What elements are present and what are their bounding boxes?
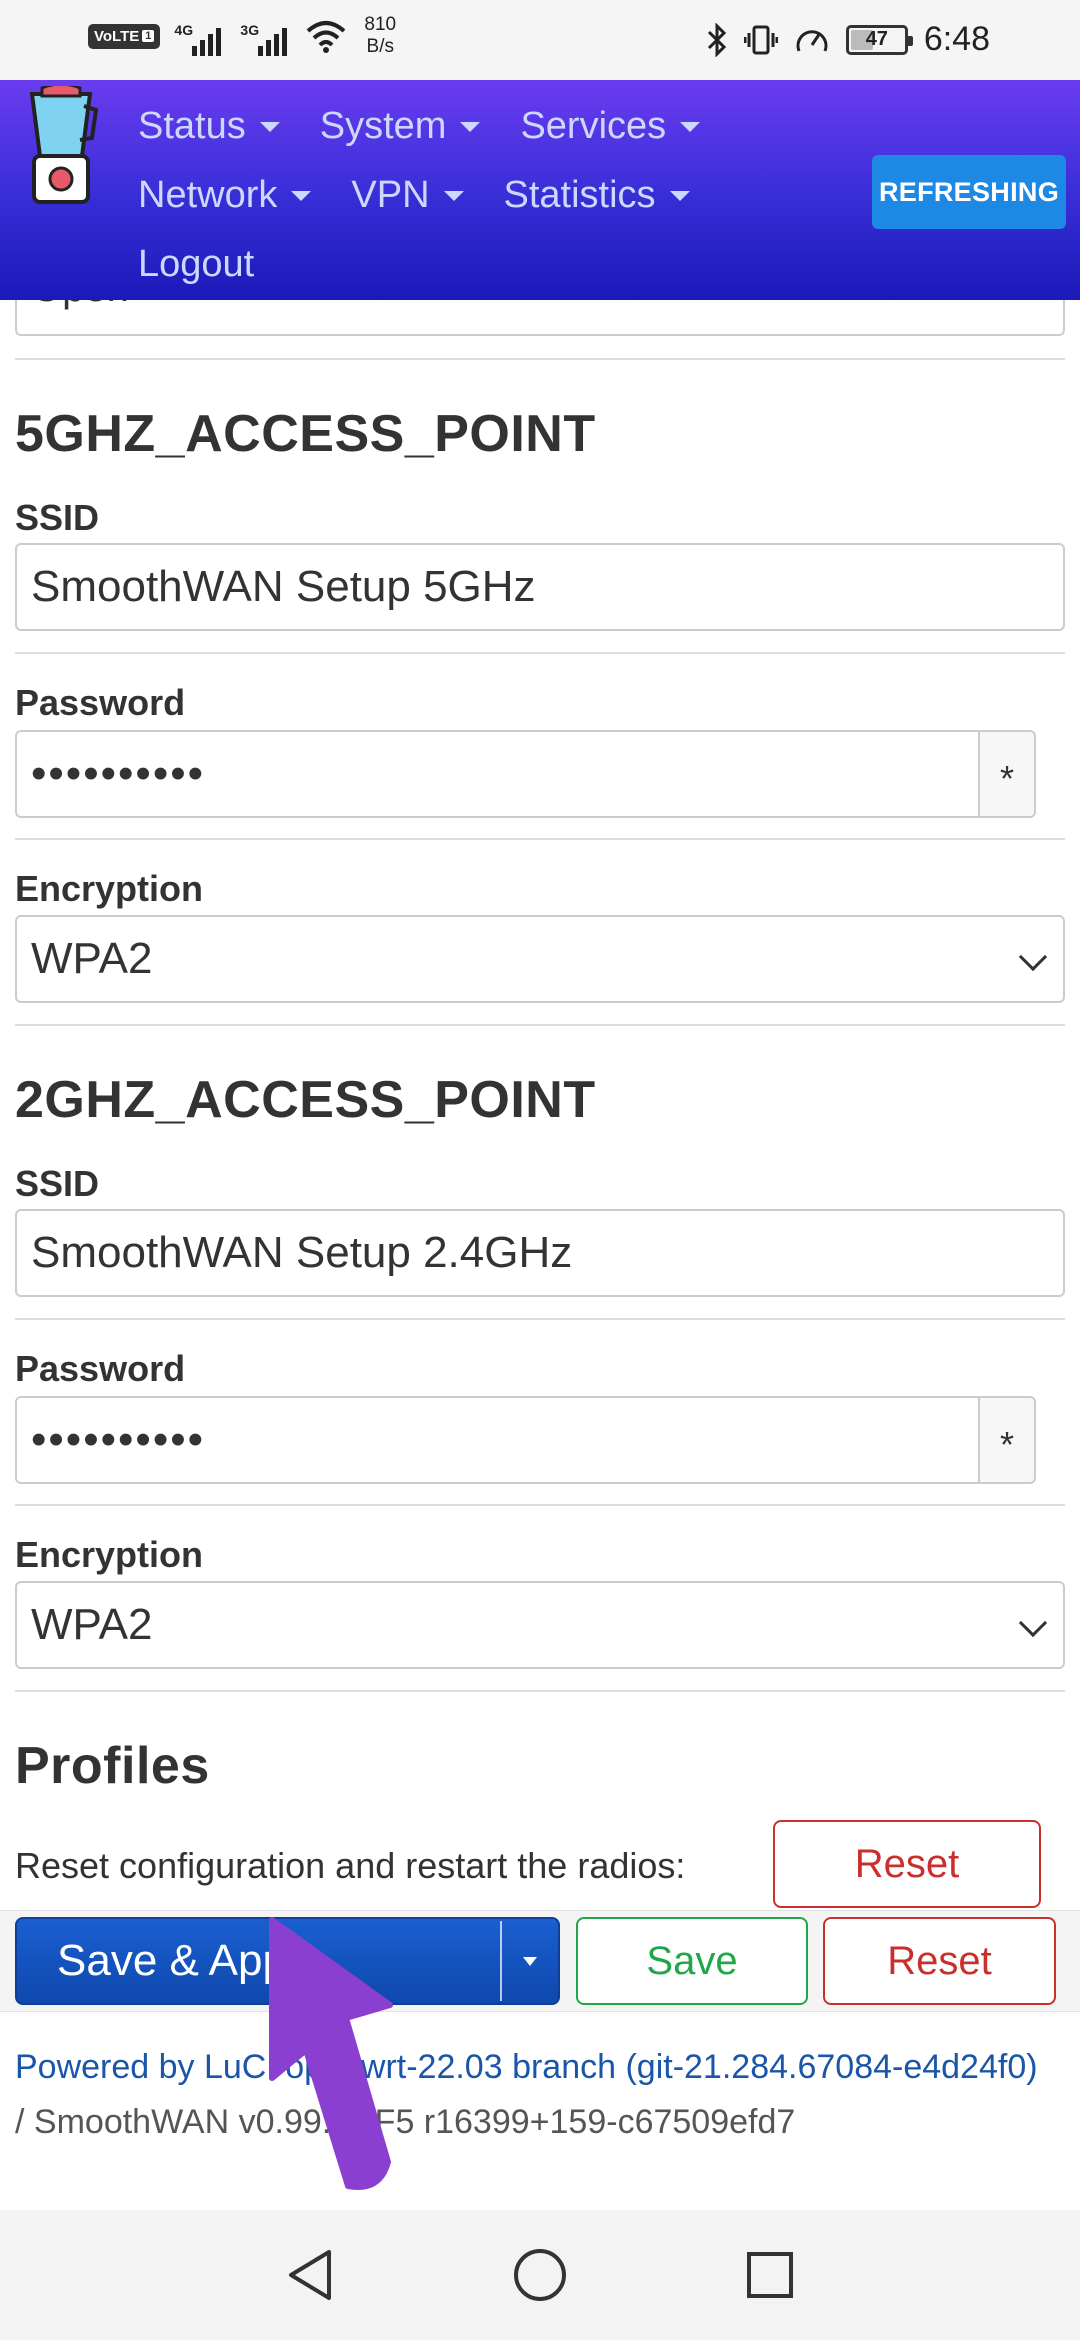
action-bar: Save & Apply Save Reset [0,1910,1080,2012]
encryption-select-2ghz[interactable]: WPA2 [15,1581,1065,1669]
nav-statistics[interactable]: Statistics [504,174,690,217]
chevron-down-icon [1018,1608,1048,1638]
net-speed: 810 B/s [364,14,397,57]
caret-down-icon [680,121,701,132]
nav-status[interactable]: Status [138,105,280,148]
nav-services[interactable]: Services [520,105,701,148]
pointer-arrow-icon [269,1917,393,2190]
nav-row-1: Status System Services [138,92,738,161]
recents-button[interactable] [700,2210,840,2340]
speed-icon [796,29,828,52]
password-label-2ghz: Password [15,1348,186,1389]
wifi-icon [307,21,346,53]
divider [15,838,1065,840]
back-button[interactable] [240,2210,380,2340]
chevron-down-icon [1018,942,1048,972]
password-reveal-toggle-2ghz[interactable]: * [978,1396,1036,1484]
password-reveal-toggle-5ghz[interactable]: * [978,730,1036,818]
status-bar: VoLTE 1 4G 3G 810 B/s 47 6:48 [0,0,1080,80]
header: Status System Services Network VPN Stati… [0,80,1080,300]
divider [15,1024,1065,1026]
encryption-label-2ghz: Encryption [15,1534,204,1575]
section-title-profiles: Profiles [15,1737,210,1795]
caret-down-icon [443,190,464,201]
encryption-select-5ghz[interactable]: WPA2 [15,915,1065,1003]
encryption-label-5ghz: Encryption [15,868,204,909]
divider [15,1504,1065,1506]
divider [15,1318,1065,1320]
caret-down-icon [460,121,481,132]
divider [15,1690,1065,1692]
nav-row-2: Network VPN Statistics [138,161,738,230]
nav-row-3: Logout [138,230,738,299]
blender-logo-icon[interactable] [22,86,100,206]
caret-down-icon [291,190,312,201]
ssid-label-2ghz: SSID [15,1163,100,1204]
recents-square-icon [747,2252,793,2298]
clock: 6:48 [923,20,990,58]
home-button[interactable] [470,2210,610,2340]
section-title-2ghz: 2GHZ_ACCESS_POINT [15,1071,596,1129]
status-right: 47 6:48 [706,20,990,59]
divider [15,358,1065,360]
profiles-description: Reset configuration and restart the radi… [15,1845,686,1886]
caret-down-icon [259,121,280,132]
footer: Powered by LuCI openwrt-22.03 branch (gi… [15,2048,1038,2141]
refreshing-button[interactable]: REFRESHING [872,155,1066,229]
caret-down-icon [669,190,690,201]
nav-system[interactable]: System [320,105,481,148]
battery-icon: 47 [845,24,913,55]
status-left: VoLTE 1 4G 3G 810 B/s [88,14,396,58]
save-apply-dropdown-toggle[interactable] [502,1956,558,1966]
nav-network[interactable]: Network [138,174,312,217]
ssid-input-5ghz[interactable]: SmoothWAN Setup 5GHz [15,543,1065,631]
password-input-2ghz[interactable]: •••••••••• [15,1396,980,1484]
android-nav-bar [0,2210,1080,2340]
volte-icon: VoLTE 1 [88,23,161,49]
divider [15,652,1065,654]
home-circle-icon [514,2249,566,2301]
profiles-reset-button[interactable]: Reset [773,1820,1041,1908]
signal-3g-icon: 3G [240,16,292,56]
password-label-5ghz: Password [15,682,186,723]
nav-logout[interactable]: Logout [138,243,254,286]
password-input-5ghz[interactable]: •••••••••• [15,730,980,818]
bluetooth-icon [707,22,726,57]
vibrate-icon [743,25,778,54]
back-triangle-icon [289,2250,331,2300]
signal-4g-icon: 4G [174,16,226,56]
section-title-5ghz: 5GHZ_ACCESS_POINT [15,405,596,463]
ssid-input-2ghz[interactable]: SmoothWAN Setup 2.4GHz [15,1209,1065,1297]
ssid-label-5ghz: SSID [15,497,100,538]
caret-down-icon [523,1956,537,1966]
main-nav: Status System Services Network VPN Stati… [138,92,738,299]
nav-vpn[interactable]: VPN [351,174,464,217]
save-button[interactable]: Save [576,1917,808,2005]
reset-button[interactable]: Reset [823,1917,1056,2005]
luci-link[interactable]: Powered by LuCI openwrt-22.03 branch (gi… [15,2048,1038,2086]
